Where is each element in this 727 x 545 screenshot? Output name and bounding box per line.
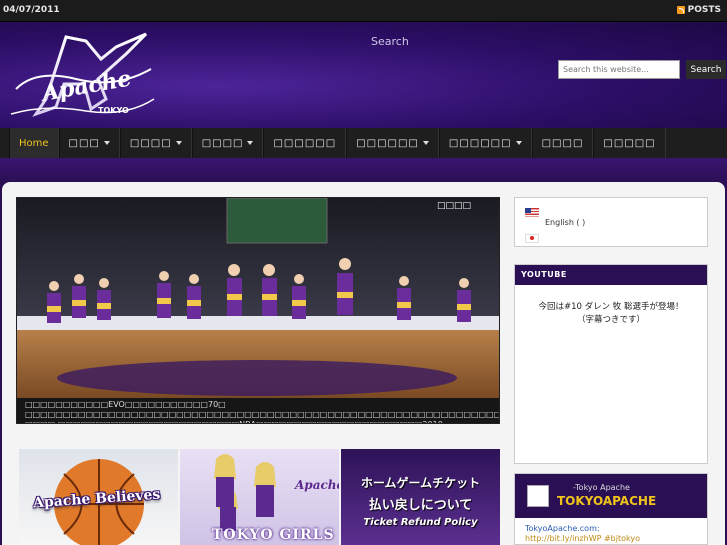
- posts-label: POSTS: [687, 5, 721, 15]
- youtube-widget: YOUTUBE 今回は#10 ダレン 牧 聡選手が登場！ （字幕つきです）: [514, 264, 708, 464]
- tweet-link[interactable]: http://bit.ly/inzhWP #bjtokyo: [525, 534, 697, 544]
- nav-item-5[interactable]: □□□□□□: [263, 128, 347, 158]
- apache-believes-banner[interactable]: Apache Believes: [19, 449, 178, 545]
- avatar[interactable]: [527, 485, 549, 507]
- rss-icon: [676, 6, 685, 14]
- twitter-widget: -Tokyo Apache TOKYOAPACHE TokyoApache.co…: [514, 473, 708, 545]
- tweet-user[interactable]: TokyoApache.com:: [525, 524, 697, 534]
- lang-english-label[interactable]: English ( ): [545, 218, 585, 227]
- twitter-name[interactable]: TOKYOAPACHE: [557, 494, 656, 508]
- tweet: TokyoApache.com: http://bit.ly/inzhWP #b…: [515, 518, 707, 545]
- chevron-down-icon: [175, 141, 182, 145]
- nav-item-2[interactable]: □□□: [58, 128, 120, 158]
- top-bar: 04/07/2011 POSTS: [0, 0, 727, 22]
- youtube-description[interactable]: 今回は#10 ダレン 牧 聡選手が登場！ （字幕つきです）: [515, 301, 707, 327]
- nav-item-4[interactable]: □□□□: [191, 128, 264, 158]
- nav-item-6[interactable]: □□□□□□: [346, 128, 439, 158]
- tokyo-girls-banner[interactable]: Apache TOKYO GIRLS: [180, 449, 339, 545]
- nav-item-7[interactable]: □□□□□□: [438, 128, 532, 158]
- us-flag-icon: [525, 207, 539, 217]
- search-label: Search: [371, 35, 409, 48]
- nav-stripe: [0, 158, 727, 182]
- ticket-refund-banner[interactable]: ホームゲームチケット 払い戻しについて Ticket Refund Policy: [341, 449, 500, 545]
- youtube-title: YOUTUBE: [515, 265, 707, 285]
- slide-caption: □□□□□□□□□□□EVO□□□□□□□□□□□70□ □□□□□□□□□□□…: [17, 398, 499, 423]
- lang-japanese[interactable]: [525, 230, 697, 246]
- nav-item-3[interactable]: □□□□: [119, 128, 192, 158]
- nav-item-home[interactable]: Home: [9, 128, 59, 158]
- search-button[interactable]: Search: [686, 60, 726, 79]
- date-label: 04/07/2011: [3, 5, 60, 15]
- banner-line-1: ホームゲームチケット: [360, 476, 481, 490]
- slide-tag: □□□□: [436, 201, 471, 211]
- banner-title: TOKYO GIRLS: [212, 527, 335, 543]
- main-nav: Home □□□ □□□□ □□□□ □□□□□□ □□□□□□ □□□□□□ …: [9, 128, 666, 158]
- svg-text:TOKYO: TOKYO: [98, 106, 129, 115]
- twitter-subtitle: -Tokyo Apache: [573, 483, 630, 492]
- language-switcher: English ( ): [514, 197, 708, 247]
- chevron-down-icon: [422, 141, 429, 145]
- nav-item-9[interactable]: □□□□□: [593, 128, 666, 158]
- chevron-down-icon: [103, 141, 110, 145]
- banner-line-3: Ticket Refund Policy: [363, 517, 478, 528]
- chevron-down-icon: [247, 141, 254, 145]
- nav-item-8[interactable]: □□□□: [531, 128, 594, 158]
- japan-flag-icon: [525, 233, 539, 243]
- apache-logo[interactable]: Apache TOKYO: [6, 29, 156, 125]
- search-input[interactable]: [558, 60, 680, 79]
- cheerleaders-photo[interactable]: [17, 198, 499, 398]
- twitter-header: -Tokyo Apache TOKYOAPACHE: [515, 474, 707, 518]
- chevron-down-icon: [515, 141, 522, 145]
- svg-text:Apache: Apache: [294, 478, 339, 492]
- posts-feed-link[interactable]: POSTS: [676, 5, 721, 15]
- featured-slider[interactable]: □□□□ □□□□□□□□□□□EVO□□□□□□□□□□□70□ □□□□□□…: [16, 197, 500, 424]
- banner-line-2: 払い戻しについて: [368, 498, 473, 513]
- svg-text:Apache: Apache: [38, 65, 133, 107]
